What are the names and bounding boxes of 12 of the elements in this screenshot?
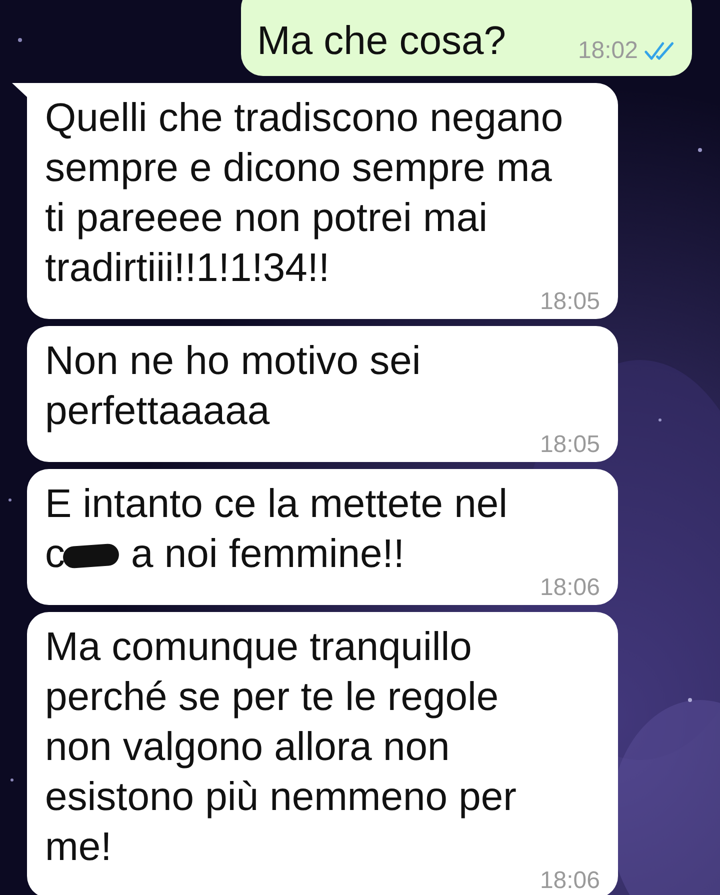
message-text: a noi femmine!! [131, 531, 404, 578]
message-text: c [45, 531, 65, 578]
message-time: 18:06 [540, 573, 600, 603]
message-text: E intanto ce la mettete nel [45, 481, 508, 528]
message-time: 18:02 [578, 36, 638, 66]
message-text: Quelli che tradiscono negano sempre e dicono sempre ma ti pareeee non potrei mai tradirtiii!!1!1!34!! [45, 96, 564, 290]
message-text: Non ne ho motivo sei perfettaaaaa [45, 339, 421, 433]
message-text: Ma che cosa? [257, 19, 506, 63]
message-time: 18:05 [540, 287, 600, 317]
message-time: 18:05 [540, 430, 600, 460]
message-text: Ma comunque tranquillo perché se per te le regole non valgono allora non esistono più nemmeno per me! [45, 625, 516, 869]
message-time: 18:06 [540, 866, 600, 895]
